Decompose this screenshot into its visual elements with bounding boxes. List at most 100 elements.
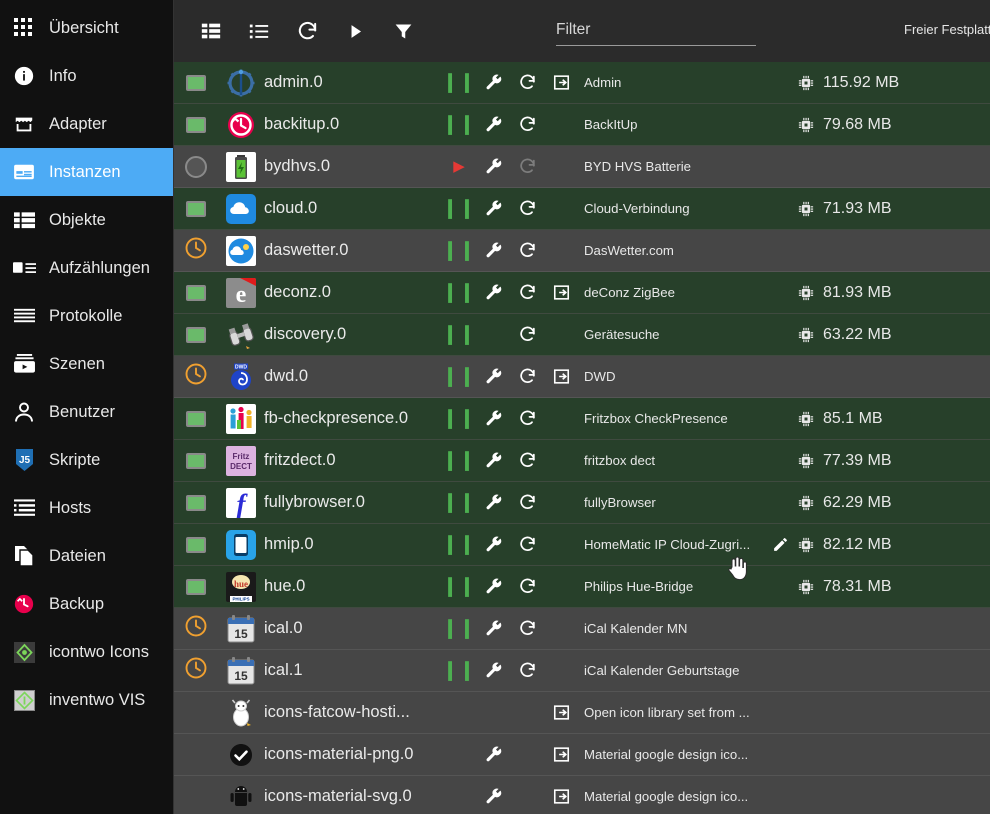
- table-row[interactable]: hmip.0 ❙❙ HomeMatic IP Cloud-Zugri... 82.…: [174, 524, 990, 566]
- open-link-button[interactable]: [552, 787, 571, 806]
- status-badge-running[interactable]: [186, 200, 206, 217]
- status-badge-running[interactable]: [186, 452, 206, 469]
- settings-button[interactable]: [484, 241, 503, 260]
- table-row[interactable]: icons-material-png.0 Material google des…: [174, 734, 990, 776]
- settings-button[interactable]: [484, 661, 503, 680]
- settings-button[interactable]: [484, 73, 503, 92]
- edit-title-button[interactable]: [772, 536, 789, 553]
- table-row[interactable]: f fullybrowser.0 ❙❙ fullyBrowser 62.29 MB: [174, 482, 990, 524]
- pause-button[interactable]: ❙❙: [442, 577, 476, 596]
- sidebar-item-adapter[interactable]: Adapter: [0, 100, 173, 148]
- restart-button[interactable]: [518, 493, 537, 512]
- restart-button[interactable]: [518, 283, 537, 302]
- sidebar-item--bersicht[interactable]: Übersicht: [0, 4, 173, 52]
- status-badge-running[interactable]: [186, 536, 206, 553]
- table-row[interactable]: DWD dwd.0 ❙❙ DWD: [174, 356, 990, 398]
- sidebar-item-dateien[interactable]: Dateien: [0, 532, 173, 580]
- status-badge-running[interactable]: [186, 74, 206, 91]
- restart-button[interactable]: [518, 535, 537, 554]
- open-link-button[interactable]: [552, 745, 571, 764]
- sidebar-item-objekte[interactable]: Objekte: [0, 196, 173, 244]
- status-badge-running[interactable]: [186, 578, 206, 595]
- collapse-all-icon[interactable]: [240, 12, 278, 50]
- table-row[interactable]: backitup.0 ❙❙ BackItUp 79.68 MB: [174, 104, 990, 146]
- restart-button[interactable]: [518, 619, 537, 638]
- table-row[interactable]: icons-material-svg.0 Material google des…: [174, 776, 990, 814]
- pause-button[interactable]: ❙❙: [442, 451, 476, 470]
- table-row[interactable]: 15 ical.0 ❙❙ iCal Kalender MN: [174, 608, 990, 650]
- settings-button[interactable]: [484, 367, 503, 386]
- status-badge-running[interactable]: [186, 116, 206, 133]
- pause-button[interactable]: ❙❙: [442, 409, 476, 428]
- refresh-icon[interactable]: [288, 12, 326, 50]
- settings-button[interactable]: [484, 199, 503, 218]
- settings-button[interactable]: [484, 409, 503, 428]
- expand-all-icon[interactable]: [192, 12, 230, 50]
- restart-button[interactable]: [518, 451, 537, 470]
- pause-button[interactable]: ❙❙: [442, 241, 476, 260]
- status-badge-scheduled[interactable]: [184, 362, 208, 391]
- pause-button[interactable]: ❙❙: [442, 535, 476, 554]
- open-link-button[interactable]: [552, 703, 571, 722]
- open-link-button[interactable]: [552, 73, 571, 92]
- restart-button[interactable]: [518, 115, 537, 134]
- open-link-button[interactable]: [552, 367, 571, 386]
- status-badge-scheduled[interactable]: [184, 656, 208, 685]
- restart-button[interactable]: [518, 577, 537, 596]
- settings-button[interactable]: [484, 157, 503, 176]
- pause-button[interactable]: ❙❙: [442, 619, 476, 638]
- pause-button[interactable]: ❙❙: [442, 325, 476, 344]
- sidebar-item-icontwo-icons[interactable]: icontwo Icons: [0, 628, 173, 676]
- table-row[interactable]: fb-checkpresence.0 ❙❙ Fritzbox CheckPrese…: [174, 398, 990, 440]
- sidebar-item-benutzer[interactable]: Benutzer: [0, 388, 173, 436]
- play-icon[interactable]: [336, 12, 374, 50]
- filter-icon[interactable]: [384, 12, 422, 50]
- sidebar-item-skripte[interactable]: J5 Skripte: [0, 436, 173, 484]
- status-badge-scheduled[interactable]: [184, 614, 208, 643]
- restart-button[interactable]: [518, 367, 537, 386]
- pause-button[interactable]: ❙❙: [442, 367, 476, 386]
- table-row[interactable]: bydhvs.0 ▶ BYD HVS Batterie: [174, 146, 990, 188]
- table-row[interactable]: cloud.0 ❙❙ Cloud-Verbindung 71.93 MB: [174, 188, 990, 230]
- table-row[interactable]: e deconz.0 ❙❙ deConz ZigBee 81.93 MB: [174, 272, 990, 314]
- sidebar-item-szenen[interactable]: Szenen: [0, 340, 173, 388]
- table-row[interactable]: daswetter.0 ❙❙ DasWetter.com: [174, 230, 990, 272]
- restart-button[interactable]: [518, 73, 537, 92]
- restart-button[interactable]: [518, 661, 537, 680]
- status-badge-scheduled[interactable]: [184, 236, 208, 265]
- settings-button[interactable]: [484, 535, 503, 554]
- pause-button[interactable]: ❙❙: [442, 115, 476, 134]
- settings-button[interactable]: [484, 493, 503, 512]
- table-row[interactable]: admin.0 ❙❙ Admin 115.92 MB: [174, 62, 990, 104]
- pause-button[interactable]: ❙❙: [442, 73, 476, 92]
- start-button[interactable]: ▶: [453, 159, 465, 174]
- status-badge-running[interactable]: [186, 494, 206, 511]
- sidebar-item-info[interactable]: Info: [0, 52, 173, 100]
- restart-button[interactable]: [518, 325, 537, 344]
- settings-button[interactable]: [484, 283, 503, 302]
- sidebar-item-inventwo-vis[interactable]: inventwo VIS: [0, 676, 173, 724]
- pause-button[interactable]: ❙❙: [442, 199, 476, 218]
- settings-button[interactable]: [484, 745, 503, 764]
- sidebar-item-instanzen[interactable]: Instanzen: [0, 148, 173, 196]
- status-badge-running[interactable]: [186, 326, 206, 343]
- settings-button[interactable]: [484, 787, 503, 806]
- table-row[interactable]: discovery.0 ❙❙ Gerätesuche 63.22 MB: [174, 314, 990, 356]
- open-link-button[interactable]: [552, 283, 571, 302]
- status-badge-running[interactable]: [186, 284, 206, 301]
- settings-button[interactable]: [484, 115, 503, 134]
- status-badge-running[interactable]: [186, 410, 206, 427]
- table-row[interactable]: icons-fatcow-hosti... Open icon library …: [174, 692, 990, 734]
- table-row[interactable]: Fritz DECT fritzdect.0 ❙❙ fritzbox dect 77…: [174, 440, 990, 482]
- restart-button[interactable]: [518, 241, 537, 260]
- settings-button[interactable]: [484, 577, 503, 596]
- sidebar-item-backup[interactable]: Backup: [0, 580, 173, 628]
- settings-button[interactable]: [484, 619, 503, 638]
- pause-button[interactable]: ❙❙: [442, 661, 476, 680]
- sidebar-item-protokolle[interactable]: Protokolle: [0, 292, 173, 340]
- restart-button[interactable]: [518, 199, 537, 218]
- table-row[interactable]: hue PHILIPS hue.0 ❙❙ Philips Hue-Bridge 78…: [174, 566, 990, 608]
- search-input[interactable]: [556, 18, 756, 46]
- status-badge-stopped[interactable]: [185, 155, 207, 178]
- table-row[interactable]: 15 ical.1 ❙❙ iCal Kalender Geburtstage: [174, 650, 990, 692]
